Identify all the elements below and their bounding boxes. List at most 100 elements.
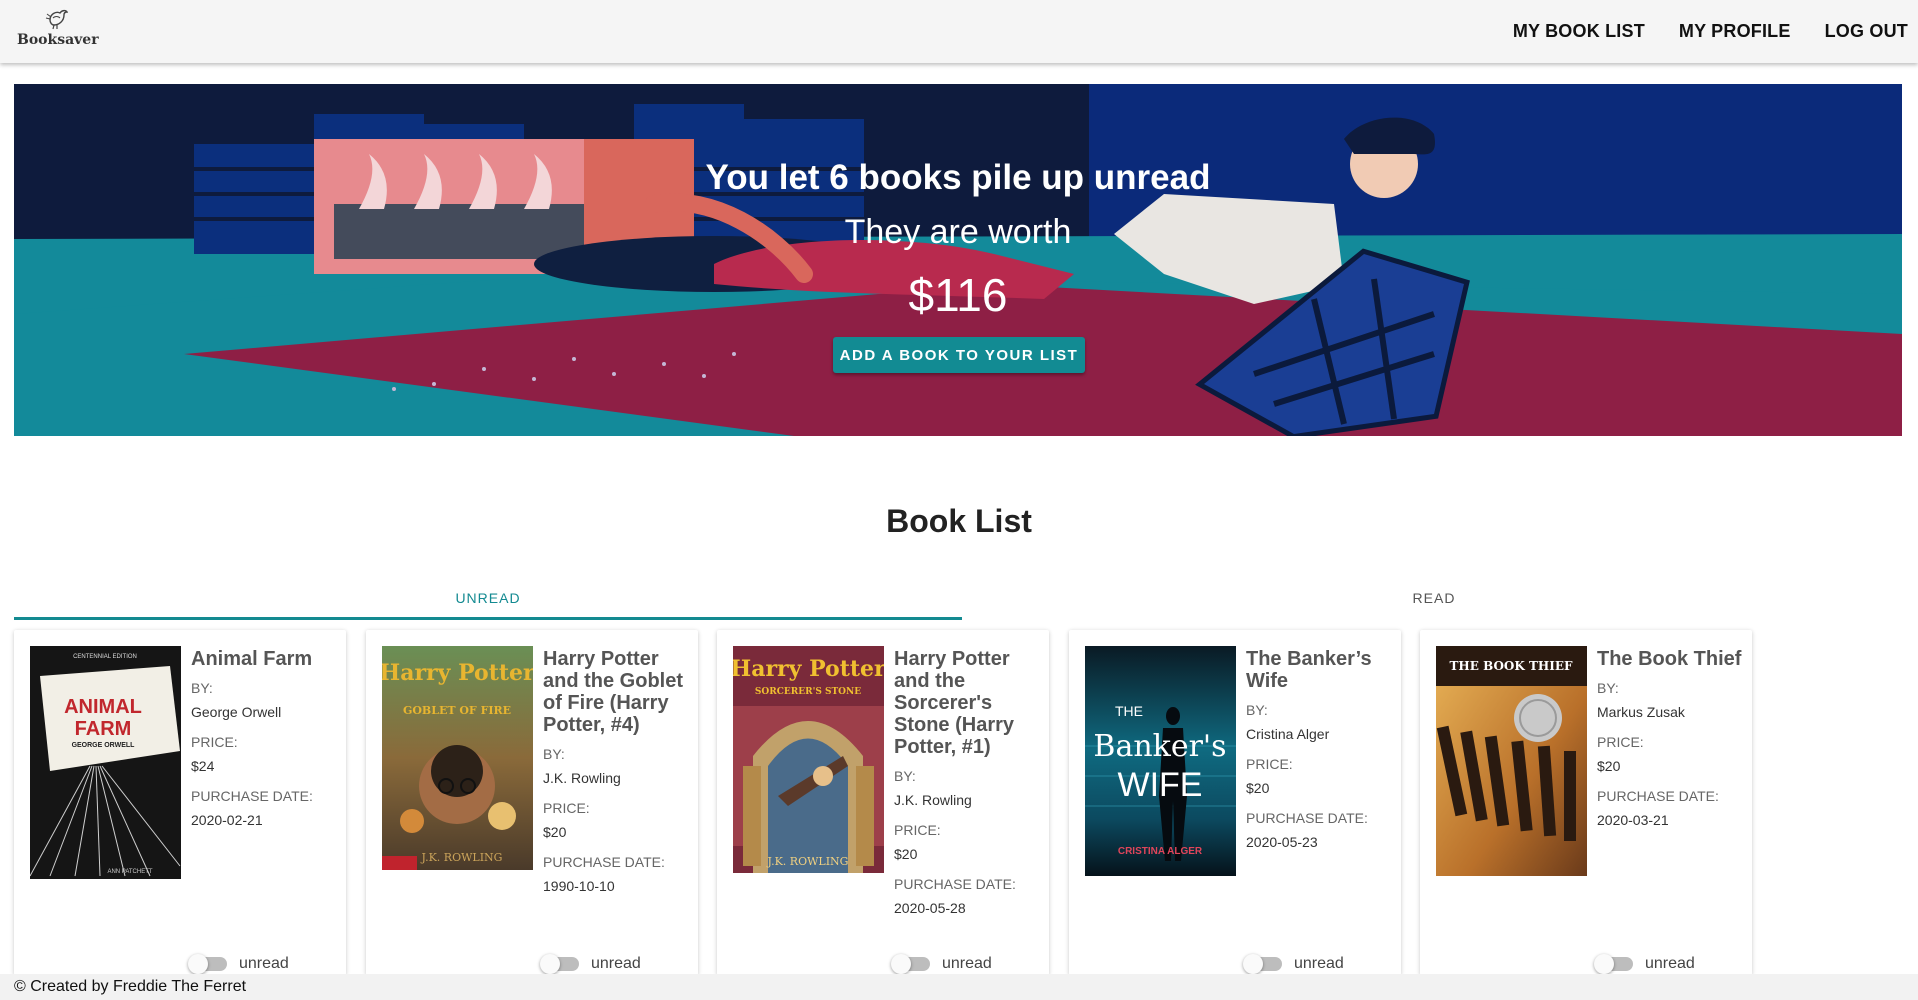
svg-text:ANN PATCHETT: ANN PATCHETT [107, 869, 152, 875]
purchase-date-value: 2020-05-23 [1246, 834, 1318, 850]
hero-subtitle: They are worth [844, 213, 1072, 251]
price-label: PRICE: [543, 800, 590, 816]
tab-read[interactable]: READ [962, 580, 1906, 620]
switch-knob [1243, 954, 1263, 974]
read-toggle: unread [1594, 954, 1695, 974]
author-value: J.K. Rowling [543, 770, 621, 786]
book-cover: THE BOOK THIEF [1436, 646, 1587, 876]
book-info: The Banker’s Wife BY: Cristina Alger PRI… [1246, 648, 1392, 864]
svg-text:THE: THE [1115, 703, 1143, 719]
logo-text: Booksaver [17, 32, 99, 48]
read-toggle: unread [1243, 954, 1344, 974]
book-title: Harry Potter and the Goblet of Fire (Har… [543, 648, 683, 736]
book-info: Animal Farm BY: George Orwell PRICE: $24… [191, 648, 337, 842]
author-label: BY: [1597, 680, 1619, 696]
book-tabs: UNREAD READ [14, 580, 1902, 620]
price-label: PRICE: [1246, 756, 1293, 772]
svg-text:FARM: FARM [75, 718, 132, 740]
book-cover: Harry Potter GOBLET OF FIRE J.K. ROWLING [382, 646, 533, 870]
nav-my-profile[interactable]: MY PROFILE [1679, 21, 1791, 42]
book-card: THE BOOK THIEF The Book Thief BY: Markus… [1420, 630, 1752, 975]
svg-text:Harry Potter: Harry Potter [733, 656, 884, 682]
price-value: $20 [1597, 758, 1621, 774]
book-card: Harry Potter SORCERER'S STONE J.K. ROWLI… [717, 630, 1049, 975]
tab-unread[interactable]: UNREAD [14, 580, 962, 620]
price-value: $20 [1246, 780, 1270, 796]
bird-icon [45, 9, 69, 30]
brand-logo[interactable]: Booksaver [17, 8, 99, 52]
hero-banner: You let 6 books pile up unread They are … [14, 84, 1902, 436]
read-switch[interactable] [1594, 954, 1633, 974]
book-info: Harry Potter and the Sorcerer's Stone (H… [894, 648, 1040, 930]
hero-content: You let 6 books pile up unread They are … [14, 84, 1902, 436]
book-card: CENTENNIAL EDITION ANIMAL FARM GEORGE OR… [14, 630, 346, 975]
switch-knob [540, 954, 560, 974]
book-info: The Book Thief BY: Markus Zusak PRICE: $… [1597, 648, 1743, 842]
footer: © Created by Freddie The Ferret [0, 974, 1918, 1000]
svg-text:CRISTINA ALGER: CRISTINA ALGER [1118, 846, 1203, 857]
price-value: $24 [191, 758, 215, 774]
nav-my-book-list[interactable]: MY BOOK LIST [1513, 21, 1645, 42]
author-label: BY: [894, 768, 916, 784]
purchase-date-label: PURCHASE DATE: [191, 788, 313, 804]
purchase-date-label: PURCHASE DATE: [1246, 810, 1368, 826]
switch-knob [891, 954, 911, 974]
author-value: Markus Zusak [1597, 704, 1685, 720]
nav-log-out[interactable]: LOG OUT [1825, 21, 1908, 42]
svg-text:GEORGE ORWELL: GEORGE ORWELL [72, 742, 136, 749]
author-label: BY: [191, 680, 213, 696]
price-label: PRICE: [894, 822, 941, 838]
purchase-date-value: 2020-02-21 [191, 812, 263, 828]
price-label: PRICE: [1597, 734, 1644, 750]
book-title: Animal Farm [191, 648, 313, 670]
book-card: Harry Potter GOBLET OF FIRE J.K. ROWLING… [366, 630, 698, 975]
read-switch[interactable] [540, 954, 579, 974]
book-cover: Harry Potter SORCERER'S STONE J.K. ROWLI… [733, 646, 884, 873]
purchase-date-label: PURCHASE DATE: [1597, 788, 1719, 804]
top-navbar: Booksaver MY BOOK LIST MY PROFILE LOG OU… [0, 0, 1918, 63]
svg-text:GOBLET OF FIRE: GOBLET OF FIRE [403, 704, 511, 717]
toggle-label: unread [1294, 955, 1344, 972]
svg-text:ANIMAL: ANIMAL [64, 696, 142, 718]
toggle-label: unread [942, 955, 992, 972]
add-book-button[interactable]: ADD A BOOK TO YOUR LIST [833, 337, 1085, 373]
read-toggle: unread [891, 954, 992, 974]
svg-text:Banker's: Banker's [1093, 729, 1226, 764]
footer-text: © Created by Freddie The Ferret [14, 978, 247, 995]
svg-text:J.K. ROWLING: J.K. ROWLING [421, 851, 503, 864]
book-cover: CENTENNIAL EDITION ANIMAL FARM GEORGE OR… [30, 646, 181, 879]
toggle-label: unread [239, 955, 289, 972]
svg-text:Harry Potter: Harry Potter [382, 660, 533, 686]
switch-knob [188, 954, 208, 974]
svg-text:CENTENNIAL EDITION: CENTENNIAL EDITION [73, 654, 137, 660]
read-switch[interactable] [188, 954, 227, 974]
price-value: $20 [894, 846, 918, 862]
book-card: THE Banker's WIFE CRISTINA ALGER The Ban… [1069, 630, 1401, 975]
read-toggle: unread [188, 954, 289, 974]
author-value: J.K. Rowling [894, 792, 972, 808]
book-cover: THE Banker's WIFE CRISTINA ALGER [1085, 646, 1236, 876]
book-list-title: Book List [886, 503, 1032, 539]
svg-text:J.K. ROWLING: J.K. ROWLING [767, 855, 849, 868]
purchase-date-value: 1990-10-10 [543, 878, 615, 894]
switch-knob [1594, 954, 1614, 974]
nav-links: MY BOOK LIST MY PROFILE LOG OUT [1479, 0, 1908, 63]
book-title: Harry Potter and the Sorcerer's Stone (H… [894, 648, 1015, 758]
price-value: $20 [543, 824, 567, 840]
toggle-label: unread [591, 955, 641, 972]
read-switch[interactable] [1243, 954, 1282, 974]
read-switch[interactable] [891, 954, 930, 974]
toggle-label: unread [1645, 955, 1695, 972]
purchase-date-value: 2020-03-21 [1597, 812, 1669, 828]
purchase-date-label: PURCHASE DATE: [543, 854, 665, 870]
book-title: The Book Thief [1597, 648, 1742, 670]
svg-text:THE BOOK THIEF: THE BOOK THIEF [1449, 659, 1572, 673]
purchase-date-value: 2020-05-28 [894, 900, 966, 916]
purchase-date-label: PURCHASE DATE: [894, 876, 1016, 892]
svg-text:SORCERER'S STONE: SORCERER'S STONE [755, 687, 861, 697]
author-label: BY: [1246, 702, 1268, 718]
svg-text:WIFE: WIFE [1118, 766, 1203, 804]
author-value: Cristina Alger [1246, 726, 1330, 742]
book-title: The Banker’s Wife [1246, 648, 1372, 692]
book-info: Harry Potter and the Goblet of Fire (Har… [543, 648, 689, 908]
